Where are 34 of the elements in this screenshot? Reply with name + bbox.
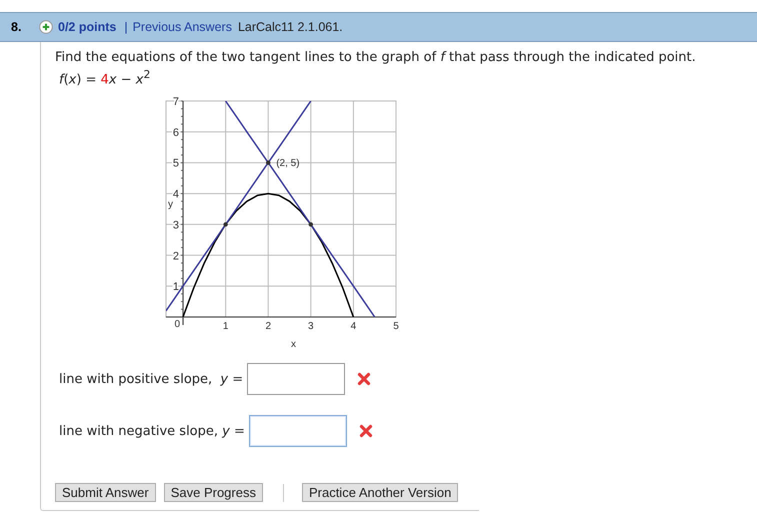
form-button[interactable]: Submit Answer (55, 483, 156, 502)
y-tick-label: 4 (172, 188, 180, 201)
question-text: Find the equations of the two tangent lines to the graph of f that pass through the indicated point. (55, 50, 696, 65)
form-button[interactable]: Practice Another Version (302, 483, 458, 502)
y-tick-label: 2 (172, 250, 180, 263)
point-marker (223, 222, 228, 227)
x-tick-label: 2 (265, 321, 271, 332)
x-tick-label: 1 (222, 321, 228, 332)
answer-label: line with positive slope, y = (59, 372, 244, 387)
question-number: 8. (10, 20, 22, 34)
source-label: LarCalc11 2.1.061. (238, 20, 343, 34)
y-tick-label: 1 (172, 281, 180, 294)
y-tick-label: 3 (172, 220, 180, 232)
y-tick-label: 7 (172, 96, 180, 108)
answer-label: line with negative slope, y = (59, 424, 245, 439)
x-tick-label: 0 (174, 319, 180, 330)
form-button[interactable]: Save Progress (164, 483, 263, 502)
y-axis-label: y (168, 199, 173, 210)
x-tick-label: 3 (308, 321, 314, 332)
x-tick-label: 4 (350, 321, 356, 332)
points-link[interactable]: 0/2 points (58, 20, 116, 34)
x-axis-label: x (291, 339, 296, 350)
point-label: (2, 5) (276, 158, 300, 170)
previous-answers-link[interactable]: Previous Answers (132, 20, 232, 34)
separator: | (124, 20, 128, 34)
point-marker (308, 222, 314, 227)
x-tick-label: 5 (393, 321, 399, 332)
function-formula: f(x) = 4x − x$^{2}$ (59, 68, 152, 88)
answer-field[interactable] (247, 363, 346, 396)
plus-icon[interactable] (39, 20, 53, 34)
point-marker (266, 160, 270, 166)
y-tick-label: 5 (172, 158, 180, 170)
y-tick-label: 6 (172, 127, 180, 140)
answer-field[interactable] (248, 415, 347, 448)
